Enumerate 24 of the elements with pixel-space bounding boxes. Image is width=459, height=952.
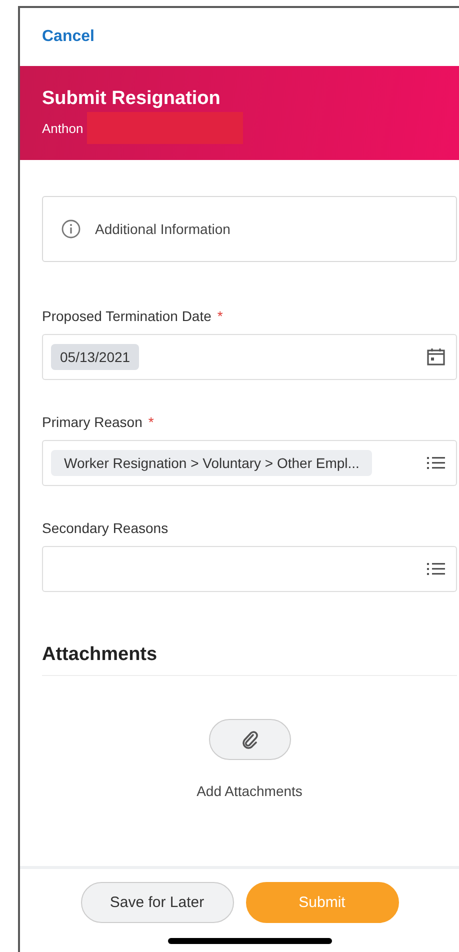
list-icon[interactable] xyxy=(426,561,446,577)
date-field[interactable]: 05/13/2021 xyxy=(42,334,457,380)
select-field[interactable] xyxy=(42,546,457,592)
list-icon[interactable] xyxy=(426,455,446,471)
paperclip-icon xyxy=(240,730,260,750)
attach-button[interactable] xyxy=(208,719,290,760)
select-field[interactable]: Worker Resignation > Voluntary > Other Empl... xyxy=(42,440,457,486)
selected-option: Worker Resignation > Voluntary > Other Empl... xyxy=(51,450,372,476)
field-label: Secondary Reasons xyxy=(42,520,168,536)
field-label: Primary Reason xyxy=(42,414,142,430)
required-marker: * xyxy=(217,308,223,324)
date-value: 05/13/2021 xyxy=(51,344,140,370)
calendar-icon[interactable] xyxy=(426,347,446,367)
field-label: Proposed Termination Date xyxy=(42,308,212,324)
save-button[interactable]: Save for Later xyxy=(80,882,234,923)
cancel-link[interactable]: Cancel xyxy=(42,28,94,46)
page-title: Submit Resignation xyxy=(42,88,222,110)
info-label: Additional Information xyxy=(95,221,230,237)
section-heading: Attachments xyxy=(42,644,457,676)
employee-name: Anthon xyxy=(42,120,84,136)
info-panel[interactable]: Additional Information xyxy=(42,196,457,262)
required-marker: * xyxy=(148,414,154,430)
info-icon xyxy=(61,219,81,239)
add-attachments-label: Add Attachments xyxy=(196,783,302,799)
